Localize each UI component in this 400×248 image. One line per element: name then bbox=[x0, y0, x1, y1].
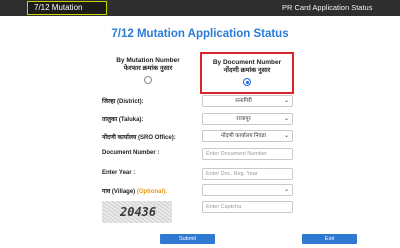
captcha-input[interactable]: Enter Captcha bbox=[202, 201, 293, 213]
district-label: जिल्हा (District): bbox=[102, 99, 144, 105]
village-label-text: गाव (Village) bbox=[102, 189, 136, 195]
mutation-radio[interactable] bbox=[144, 76, 152, 84]
page-title: 7/12 Mutation Application Status bbox=[111, 28, 289, 40]
top-nav-bar: 7/12 Mutation Status PR Card Application… bbox=[0, 0, 400, 24]
document-number-label: Document Number : bbox=[102, 150, 160, 156]
option-by-document-label: By Document Number bbox=[212, 59, 282, 66]
option-by-document-label-marathi: नोंदणी क्रमांक नुसार bbox=[223, 67, 271, 74]
taluka-label: तालुका (Taluka): bbox=[102, 117, 144, 123]
option-by-document[interactable]: By Document Number नोंदणी क्रमांक नुसार bbox=[200, 52, 294, 94]
option-by-mutation-label: By Mutation Number bbox=[116, 57, 180, 64]
village-select[interactable]: ⌄ bbox=[202, 184, 293, 196]
sro-label: नोंदणी कार्यालय (SRO Office): bbox=[102, 135, 176, 141]
document-number-input[interactable]: Enter Document Number bbox=[202, 148, 293, 160]
document-radio[interactable] bbox=[243, 78, 251, 86]
tab-pr-card-status[interactable]: PR Card Application Status bbox=[282, 1, 372, 15]
captcha-code: 20436 bbox=[120, 205, 157, 219]
year-input[interactable]: Enter Doc. Reg. Year bbox=[202, 168, 293, 180]
chevron-down-icon: ⌄ bbox=[283, 116, 289, 122]
district-select[interactable]: रत्नागिरी ⌄ bbox=[202, 95, 293, 107]
district-value: रत्नागिरी bbox=[235, 98, 252, 104]
year-label: Enter Year : bbox=[102, 170, 136, 176]
sro-value: नोंदणी कार्यालय निवडा bbox=[221, 133, 266, 139]
optional-tag: (Optional): bbox=[136, 189, 168, 195]
chevron-down-icon: ⌄ bbox=[283, 133, 289, 139]
exit-button[interactable]: Exit bbox=[302, 234, 357, 244]
submit-button[interactable]: Submit bbox=[160, 234, 215, 244]
option-by-mutation[interactable]: By Mutation Number फेरफार क्रमांक नुसार bbox=[108, 57, 188, 84]
chevron-down-icon: ⌄ bbox=[283, 187, 289, 193]
chevron-down-icon: ⌄ bbox=[283, 98, 289, 104]
taluka-select[interactable]: राजापूर ⌄ bbox=[202, 113, 293, 125]
captcha-image: 20436 bbox=[102, 201, 172, 223]
option-by-mutation-label-marathi: फेरफार क्रमांक नुसार bbox=[123, 65, 173, 72]
taluka-value: राजापूर bbox=[236, 116, 251, 122]
tab-mutation-status[interactable]: 7/12 Mutation Status bbox=[27, 1, 107, 24]
village-label: गाव (Village) (Optional): bbox=[102, 187, 167, 195]
sro-select[interactable]: नोंदणी कार्यालय निवडा ⌄ bbox=[202, 130, 293, 142]
